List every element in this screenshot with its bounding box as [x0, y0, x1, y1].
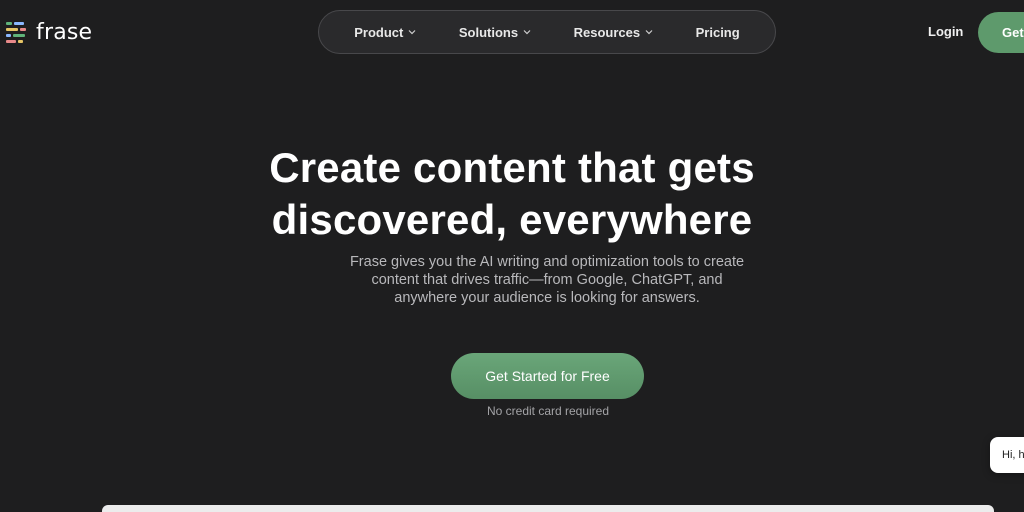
nav-item-product[interactable]: Product [354, 25, 416, 40]
nav-item-solutions[interactable]: Solutions [459, 25, 531, 40]
main-nav: Product Solutions Resources Pricing [318, 10, 776, 54]
nav-item-label: Resources [573, 24, 641, 40]
nav-item-resources[interactable]: Resources [574, 25, 653, 40]
chat-widget-bubble[interactable]: Hi, he [990, 437, 1024, 473]
frase-logo-icon [6, 22, 26, 43]
chevron-down-icon [408, 30, 416, 35]
product-preview-panel [102, 505, 994, 512]
nav-item-label: Solutions [458, 24, 519, 40]
hero-title: Create content that gets discovered, eve… [0, 142, 1024, 246]
hero-subtitle: Frase gives you the AI writing and optim… [312, 253, 782, 307]
header-get-started-button[interactable]: Get [978, 12, 1024, 53]
chevron-down-icon [645, 30, 653, 35]
hero-title-line: Create content that gets [269, 144, 755, 191]
get-started-free-button[interactable]: Get Started for Free [451, 353, 644, 399]
hero-title-line: discovered, everywhere [271, 196, 753, 243]
hero-subtitle-line: content that drives traffic—from Google,… [371, 272, 723, 288]
brand-logo[interactable]: frase [4, 18, 92, 46]
hero-subtitle-line: Frase gives you the AI writing and optim… [349, 254, 745, 270]
nav-item-label: Pricing [695, 24, 740, 40]
page: frase Product Solutions Resources Pricin… [0, 0, 1024, 512]
logo-text: frase [36, 19, 93, 45]
no-credit-card-note: No credit card required [486, 404, 610, 418]
nav-item-pricing[interactable]: Pricing [696, 25, 740, 40]
nav-item-label: Product [354, 24, 404, 40]
hero-subtitle-line: anywhere your audience is looking for an… [394, 290, 700, 306]
chevron-down-icon [523, 30, 531, 35]
login-link[interactable]: Login [928, 24, 963, 39]
